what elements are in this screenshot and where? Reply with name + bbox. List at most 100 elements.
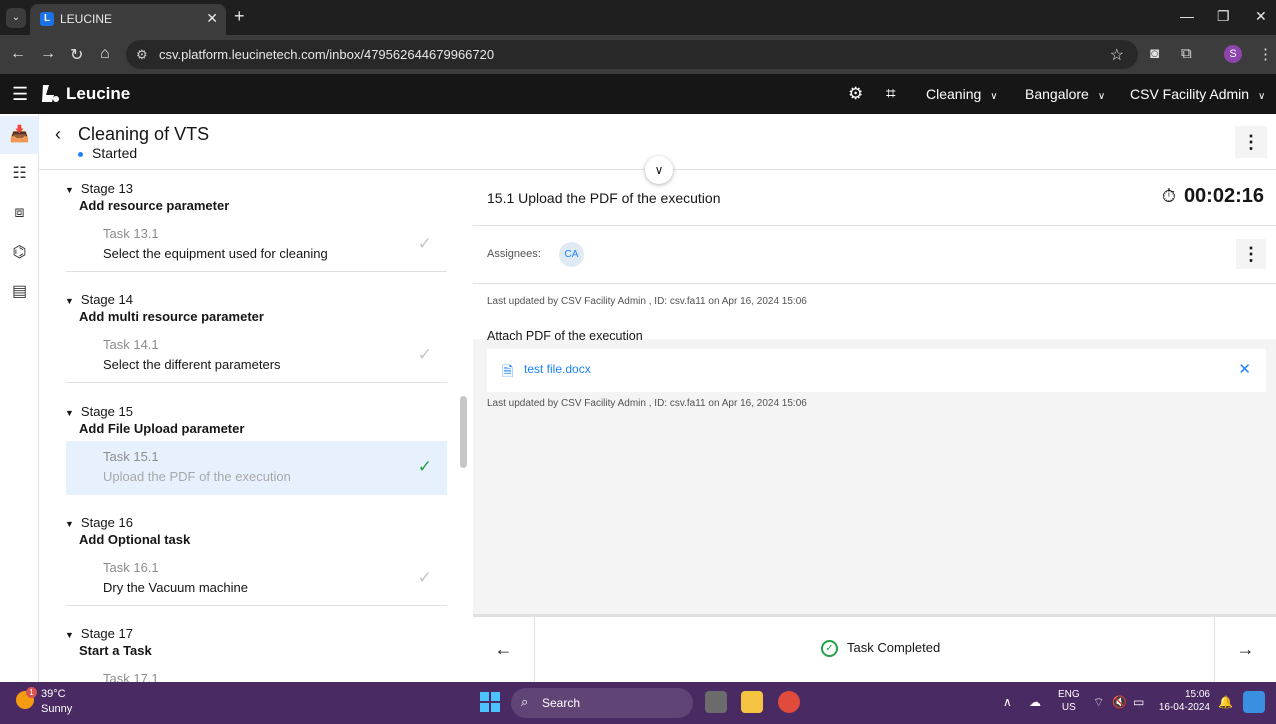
task-card[interactable]: Task 16.1 Dry the Vacuum machine ✓ bbox=[66, 552, 447, 606]
stage-header[interactable]: ▼ Stage 16 bbox=[65, 515, 133, 530]
browser-tab[interactable]: L LEUCINE ✕ bbox=[30, 4, 226, 35]
user-dropdown[interactable]: CSV Facility Admin ∨ bbox=[1130, 86, 1265, 102]
back-icon[interactable]: ← bbox=[10, 45, 26, 63]
stage-name: Add multi resource parameter bbox=[79, 309, 264, 324]
close-tab-icon[interactable]: ✕ bbox=[206, 10, 218, 27]
wifi-icon[interactable]: ⌔ bbox=[1093, 695, 1104, 710]
user-label: CSV Facility Admin bbox=[1130, 86, 1250, 102]
caret-down-icon: ▼ bbox=[65, 630, 74, 640]
checklist-icon[interactable]: ☷ bbox=[0, 155, 39, 193]
ontology-icon[interactable]: ▤ bbox=[0, 273, 39, 311]
logo-text: Leucine bbox=[66, 84, 131, 103]
new-tab-icon[interactable]: + bbox=[234, 6, 245, 27]
status-badge: Started bbox=[78, 145, 137, 161]
task-card[interactable]: Task 14.1 Select the different parameter… bbox=[66, 329, 447, 383]
previous-task-arrow-icon[interactable]: ← bbox=[473, 617, 535, 682]
stage-name: Add resource parameter bbox=[79, 198, 230, 213]
file-name-link[interactable]: test file.docx bbox=[524, 362, 591, 376]
camera-extension-icon[interactable]: ◙ bbox=[1150, 45, 1159, 62]
task-more-options-icon[interactable]: ⋮ bbox=[1236, 239, 1266, 269]
stage-header[interactable]: ▼ Stage 17 bbox=[65, 626, 133, 641]
minimize-icon[interactable]: — bbox=[1180, 8, 1194, 24]
window-close-icon[interactable]: ✕ bbox=[1255, 8, 1267, 25]
stage-label: Stage 13 bbox=[80, 181, 133, 196]
language-indicator[interactable]: ENG US bbox=[1058, 688, 1080, 714]
hamburger-menu-icon[interactable]: ☰ bbox=[12, 84, 28, 105]
collapse-header-chevron-icon[interactable]: ∨ bbox=[645, 156, 673, 184]
divider bbox=[473, 283, 1276, 284]
checkmark-icon: ✓ bbox=[417, 457, 432, 476]
scan-qr-icon[interactable]: ⌗ bbox=[886, 84, 896, 104]
chrome-icon[interactable] bbox=[778, 691, 800, 713]
uploaded-file-card: 🗎 test file.docx ✕ bbox=[487, 349, 1266, 392]
language-code: ENG bbox=[1058, 689, 1080, 700]
stage-name: Add File Upload parameter bbox=[79, 421, 245, 436]
remove-file-icon[interactable]: ✕ bbox=[1238, 360, 1251, 378]
home-icon[interactable]: ⌂ bbox=[100, 45, 110, 63]
stage-list: ▼ Stage 13 Add resource parameter Task 13… bbox=[39, 171, 459, 682]
task-title: 15.1 Upload the PDF of the execution bbox=[487, 190, 721, 206]
hierarchy-icon[interactable]: ⌬ bbox=[0, 234, 39, 272]
windows-start-icon[interactable] bbox=[480, 692, 500, 712]
tab-search-icon[interactable]: ⌄ bbox=[6, 8, 26, 28]
site-info-icon[interactable]: ⚙ bbox=[136, 47, 148, 63]
stage-header[interactable]: ▼ Stage 14 bbox=[65, 292, 133, 307]
stage-list-scrollbar[interactable] bbox=[460, 396, 467, 468]
onedrive-cloud-icon[interactable]: ☁ bbox=[1029, 695, 1041, 709]
inbox-icon[interactable]: 📥 bbox=[0, 116, 39, 154]
system-clock[interactable]: 15:06 16-04-2024 bbox=[1158, 688, 1210, 714]
task-number: Task 15.1 bbox=[103, 449, 159, 464]
copilot-icon[interactable] bbox=[1243, 691, 1265, 713]
reload-icon[interactable]: ↻ bbox=[70, 45, 83, 65]
forward-icon[interactable]: → bbox=[40, 45, 56, 63]
left-nav: 📥 ☷ ⧈ ⌬ ▤ bbox=[0, 114, 39, 682]
task-view-icon[interactable] bbox=[705, 691, 727, 713]
stage-label: Stage 17 bbox=[80, 626, 133, 641]
task-card-selected[interactable]: Task 15.1 Upload the PDF of the executio… bbox=[66, 441, 447, 495]
stage-name: Add Optional task bbox=[79, 532, 191, 547]
task-number: Task 16.1 bbox=[103, 560, 159, 575]
leucine-favicon-icon: L bbox=[40, 12, 54, 26]
profile-avatar[interactable]: S bbox=[1224, 45, 1242, 63]
page-more-options-icon[interactable]: ⋮ bbox=[1235, 126, 1267, 158]
assignee-avatar[interactable]: CA bbox=[559, 242, 584, 267]
process-icon[interactable]: ⧈ bbox=[0, 194, 39, 232]
parameter-last-updated: Last updated by CSV Facility Admin , ID:… bbox=[487, 398, 807, 409]
stage-label: Stage 14 bbox=[80, 292, 133, 307]
task-name: Dry the Vacuum machine bbox=[103, 580, 248, 595]
parameter-label: Attach PDF of the execution bbox=[487, 329, 643, 343]
taskbar-search[interactable]: ⌕ Search bbox=[511, 688, 693, 718]
check-circle-icon: ✓ bbox=[821, 640, 838, 658]
task-name: Select the different parameters bbox=[103, 357, 281, 372]
facility-dropdown[interactable]: Bangalore ∨ bbox=[1025, 86, 1105, 102]
bookmark-star-icon[interactable]: ☆ bbox=[1110, 45, 1124, 65]
back-arrow-icon[interactable]: ‹ bbox=[55, 124, 61, 145]
extensions-puzzle-icon[interactable]: ⧉ bbox=[1181, 45, 1192, 62]
maximize-icon[interactable]: ❐ bbox=[1217, 8, 1230, 25]
use-case-dropdown[interactable]: Cleaning ∨ bbox=[926, 86, 998, 102]
caret-down-icon: ▼ bbox=[65, 296, 74, 306]
task-last-updated: Last updated by CSV Facility Admin , ID:… bbox=[487, 296, 807, 307]
stage-name: Start a Task bbox=[79, 643, 152, 658]
file-explorer-icon[interactable] bbox=[741, 691, 763, 713]
task-panel: 15.1 Upload the PDF of the execution ⏱ 00… bbox=[473, 171, 1276, 682]
stage-header[interactable]: ▼ Stage 15 bbox=[65, 404, 133, 419]
tray-chevron-up-icon[interactable]: ∧ bbox=[1003, 695, 1012, 709]
weather-description[interactable]: Sunny bbox=[41, 703, 72, 715]
url-text[interactable]: csv.platform.leucinetech.com/inbox/47956… bbox=[159, 47, 494, 62]
checkmark-icon: ✓ bbox=[417, 568, 432, 587]
speaker-muted-icon[interactable]: 🔇 bbox=[1112, 695, 1127, 709]
next-task-arrow-icon[interactable]: → bbox=[1214, 617, 1276, 682]
task-card[interactable]: Task 13.1 Select the equipment used for … bbox=[66, 218, 447, 272]
stage-header[interactable]: ▼ Stage 13 bbox=[65, 181, 133, 196]
url-bar[interactable]: ⚙ csv.platform.leucinetech.com/inbox/479… bbox=[126, 40, 1138, 69]
use-case-label: Cleaning bbox=[926, 86, 982, 102]
battery-icon[interactable]: ▭ bbox=[1133, 695, 1144, 709]
checkmark-icon: ✓ bbox=[417, 345, 432, 364]
weather-temperature[interactable]: 39°C bbox=[41, 688, 66, 700]
notification-bell-icon[interactable]: 🔔 bbox=[1218, 695, 1233, 709]
settings-gear-icon[interactable]: ⚙ bbox=[848, 84, 863, 104]
browser-menu-icon[interactable]: ⋮ bbox=[1258, 45, 1273, 63]
document-icon: 🗎 bbox=[502, 363, 514, 379]
task-card[interactable]: Task 17.1 bbox=[66, 663, 447, 682]
